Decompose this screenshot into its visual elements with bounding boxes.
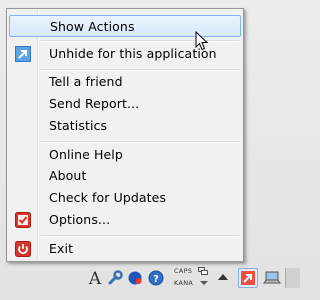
menu-item-label: Unhide for this application	[49, 46, 217, 61]
mouse-cursor-icon	[195, 30, 209, 55]
laptop-icon[interactable]	[263, 270, 281, 286]
menu-item-check-for-updates[interactable]: Check for Updates	[9, 187, 241, 209]
system-tray: A ? CAPS KANA	[0, 262, 300, 300]
menu-item-exit[interactable]: Exit	[9, 238, 241, 260]
caps-indicator: CAPS	[174, 267, 193, 275]
menu-item-tell-a-friend[interactable]: Tell a friend	[9, 71, 241, 93]
menu-item-about[interactable]: About	[9, 165, 241, 187]
menu-item-label: Show Actions	[50, 19, 135, 34]
menu-item-label: Tell a friend	[49, 74, 123, 89]
menu-item-statistics[interactable]: Statistics	[9, 115, 241, 137]
menu-item-label: Statistics	[49, 118, 108, 133]
keyboard-icon[interactable]	[198, 267, 208, 275]
unhide-arrow-icon	[15, 46, 31, 62]
svg-text:?: ?	[153, 274, 159, 285]
menu-separator	[41, 40, 239, 42]
chevron-down-icon[interactable]	[200, 280, 208, 286]
menu-item-label: Options...	[49, 212, 111, 227]
menu-item-label: Online Help	[49, 147, 123, 162]
ime-a-icon[interactable]: A	[88, 269, 102, 289]
power-icon	[15, 241, 31, 257]
menu-item-label: Check for Updates	[49, 190, 167, 205]
menu-item-label: About	[49, 168, 87, 183]
menu-item-options[interactable]: Options...	[9, 209, 241, 231]
menu-item-send-report[interactable]: Send Report...	[9, 93, 241, 115]
show-desktop-button[interactable]	[285, 268, 300, 288]
options-checkbox-icon	[15, 212, 31, 228]
blue-ball-icon[interactable]	[127, 270, 143, 286]
kana-indicator: KANA	[174, 279, 194, 287]
menu-item-label: Send Report...	[49, 96, 140, 111]
menu-item-label: Exit	[49, 241, 74, 256]
menu-separator	[41, 141, 239, 143]
help-icon[interactable]: ?	[148, 270, 164, 286]
ime-label: A	[88, 269, 102, 289]
menu-item-online-help[interactable]: Online Help	[9, 144, 241, 166]
wrench-icon[interactable]	[107, 270, 123, 286]
menu-separator	[41, 235, 239, 237]
app-arrow-icon[interactable]	[238, 268, 258, 288]
up-arrow-icon[interactable]	[218, 273, 228, 281]
